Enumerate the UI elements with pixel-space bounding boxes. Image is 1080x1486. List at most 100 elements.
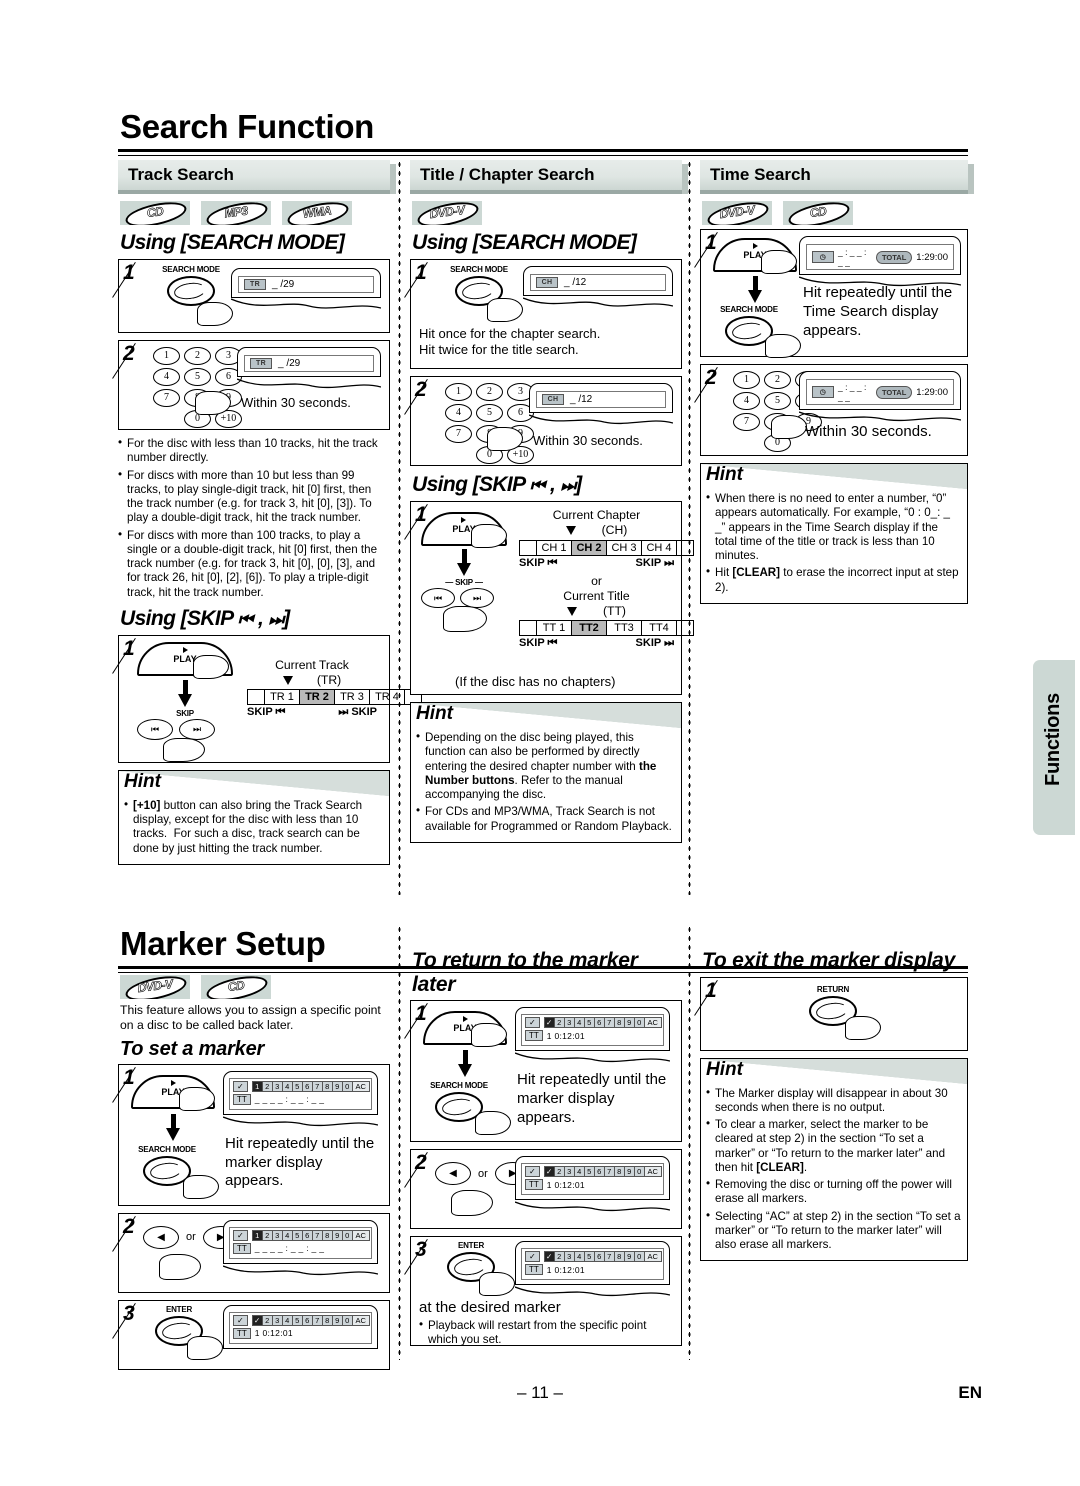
skip-direction-row: SKIP ⏮ SKIP ⏭: [519, 637, 674, 650]
play-triangle-icon: [171, 1079, 176, 1086]
play-triangle-icon: [461, 517, 466, 523]
disc-badge-dvd-v: DVD-V: [412, 201, 482, 225]
title-chapter-skip-step: 1 PLAY — SKIP — ⏮ ⏭ Current Chapter (CH)…: [410, 501, 694, 695]
display-wave-edge: [523, 297, 673, 307]
marker-time: _ _ _ _ : _ _ : _ _: [254, 1243, 325, 1254]
section-header-time-search: Time Search: [700, 160, 974, 194]
search-mode-button-label: SEARCH MODE: [162, 265, 220, 274]
marker-cells: ✓ 2 3 4 5 6 7 8 9 0 AC: [543, 1251, 662, 1263]
or-label: or: [591, 573, 602, 588]
hint-item: Selecting “AC” at step 2) in the section…: [706, 1209, 962, 1253]
track-search-step2-display: TR _ /29: [237, 347, 381, 393]
time-search-step1: 1 PLAY SEARCH MODE ◷ _: _ _: _ _ TOTAL…: [700, 229, 968, 358]
key-5[interactable]: 5: [476, 404, 503, 422]
display-readout: CH _ /12: [536, 391, 666, 408]
time-search-step2-caption: Within 30 seconds.: [805, 423, 932, 440]
hint-item: Depending on the disc being played, this…: [416, 730, 676, 802]
display-wave-edge: [223, 1265, 378, 1275]
display-tag: TR: [250, 358, 272, 369]
set-marker-step3-display: ✓ ✓ 2 3 4 5 6 7 8 9 0 AC TT 1 0:12:01: [223, 1304, 378, 1349]
key-5[interactable]: 5: [764, 392, 791, 410]
clock-icon: ◷: [812, 386, 834, 398]
number-keypad[interactable]: 1 2 3 4 5 6 7 8 9 0 +10: [153, 347, 242, 428]
current-chapter-label: Current Chapter: [552, 508, 641, 522]
marker-intro-text: This feature allows you to assign a spec…: [120, 1003, 381, 1033]
marker-cells: ✓ 2 3 4 5 6 7 8 9 0 AC: [543, 1017, 662, 1029]
or-label: or: [186, 1231, 196, 1244]
marker-time: _ _ _ _ : _ _ : _ _: [254, 1094, 325, 1105]
section-header-track-search: Track Search: [118, 160, 396, 194]
display-value: _ : _ _ : _ _: [838, 247, 867, 267]
title-chapter-using-search-mode-heading: Using [SEARCH MODE]: [412, 231, 637, 254]
set-marker-step1-display: ✓ 1 2 3 4 5 6 7 8 9 0 AC TT _ _ _ _: _ …: [223, 1070, 378, 1131]
key-7[interactable]: 7: [153, 389, 180, 407]
track-search-notes: For the disc with less than 10 tracks, h…: [118, 436, 390, 600]
hand-pointer-icon: [475, 1111, 511, 1136]
display-wave-edge: [231, 298, 381, 309]
skip-prev-button[interactable]: ⏮: [137, 719, 173, 741]
hand-pointer-icon: [765, 334, 801, 358]
key-1[interactable]: 1: [445, 383, 472, 401]
hand-pointer-icon: [451, 1190, 493, 1217]
key-4[interactable]: 4: [445, 404, 472, 422]
number-keypad[interactable]: 1 2 3 4 5 6 7 8 9 0 +10: [445, 383, 534, 464]
exit-marker-hint: Hint The Marker display will disappear i…: [700, 1057, 968, 1262]
return-marker-note: Playback will restart from the specific …: [419, 1318, 675, 1348]
key-1[interactable]: 1: [733, 371, 760, 389]
track-search-step1: 1 SEARCH MODE TR _ /29: [118, 259, 390, 333]
key-1[interactable]: 1: [153, 347, 180, 365]
step1-caption-line2: Hit twice for the title search.: [419, 342, 579, 358]
key-2[interactable]: 2: [476, 383, 503, 401]
key-7[interactable]: 7: [733, 413, 760, 431]
marker-check-icon: ✓: [233, 1080, 248, 1092]
time-search-step1-caption: Hit repeatedly until the Time Search dis…: [803, 284, 953, 339]
total-badge: TOTAL: [875, 250, 913, 264]
skip-next-button[interactable]: ⏭: [179, 719, 215, 741]
set-marker-column: DVD-V CD This feature allows you to assi…: [118, 975, 390, 1377]
hand-pointer-icon: [163, 737, 205, 762]
title-chapter-search-title: Title / Chapter Search: [420, 165, 595, 184]
display-value: _ /29: [278, 358, 301, 369]
current-track-label: Current Track: [275, 657, 349, 672]
display-readout: ✓ 1 2 3 4 5 6 7 8 9 0 AC TT _ _ _ _: _ …: [229, 1077, 372, 1110]
segment: TT3: [607, 621, 642, 636]
key-2[interactable]: 2: [184, 347, 211, 365]
cursor-left-button[interactable]: ◀: [143, 1225, 179, 1249]
skip-direction-row: SKIP ⏮ SKIP ⏭: [519, 556, 674, 569]
marker-tt-tag: TT: [525, 1179, 543, 1191]
return-marker-step1: 1 PLAY SEARCH MODE ✓ ✓ 2 3 4 5 6 7 8 9 0…: [410, 1000, 682, 1143]
key-7[interactable]: 7: [445, 425, 472, 443]
segment: TR 4: [370, 690, 405, 705]
hand-pointer-icon: [187, 1335, 223, 1360]
total-time: 1:29:00: [916, 386, 948, 398]
key-4[interactable]: 4: [153, 368, 180, 386]
or-label: or: [478, 1167, 488, 1180]
search-mode-button-label: SEARCH MODE: [450, 265, 508, 274]
display-wave-edge: [515, 1201, 670, 1212]
key-5[interactable]: 5: [184, 368, 211, 386]
key-4[interactable]: 4: [733, 392, 760, 410]
return-marker-step1-caption: Hit repeatedly until the marker display …: [517, 1071, 667, 1126]
segment: CH 3: [607, 540, 642, 555]
time-search-hint: Hint When there is no need to enter a nu…: [700, 463, 968, 604]
current-chapter-unit: (CH): [601, 523, 628, 538]
marker-time: 1 0:12:01: [546, 1264, 585, 1275]
return-marker-step2: 2 ◀ or ▶ ✓ ✓ 2 3 4 5 6 7 8 9 0 AC TT 1 0…: [410, 1149, 682, 1230]
display-readout: ◷ _ : _ _ : _ _ TOTAL 1:29:00: [806, 244, 954, 270]
segment: TR 1: [265, 690, 300, 705]
current-title-label: Current Title: [563, 588, 630, 603]
play-triangle-icon: [463, 1016, 468, 1023]
column-divider-4: [688, 925, 691, 1360]
disc-badge-mp3: MP3: [201, 201, 271, 225]
skip-prev-button[interactable]: ⏮: [421, 588, 455, 609]
disc-badge-wma: WMA: [282, 201, 352, 225]
column-divider-2: [688, 160, 691, 895]
marker-tt-tag: TT: [525, 1030, 543, 1042]
total-time: 1:29:00: [916, 251, 948, 263]
display-readout: CH _ /12: [530, 274, 666, 291]
track-segment-bar: TR 1 TR 2 TR 3 TR 4: [247, 689, 422, 706]
marker-check-icon: ✓: [525, 1166, 540, 1178]
key-2[interactable]: 2: [764, 371, 791, 389]
cursor-left-button[interactable]: ◀: [435, 1162, 471, 1186]
display-wave-edge: [237, 378, 381, 389]
